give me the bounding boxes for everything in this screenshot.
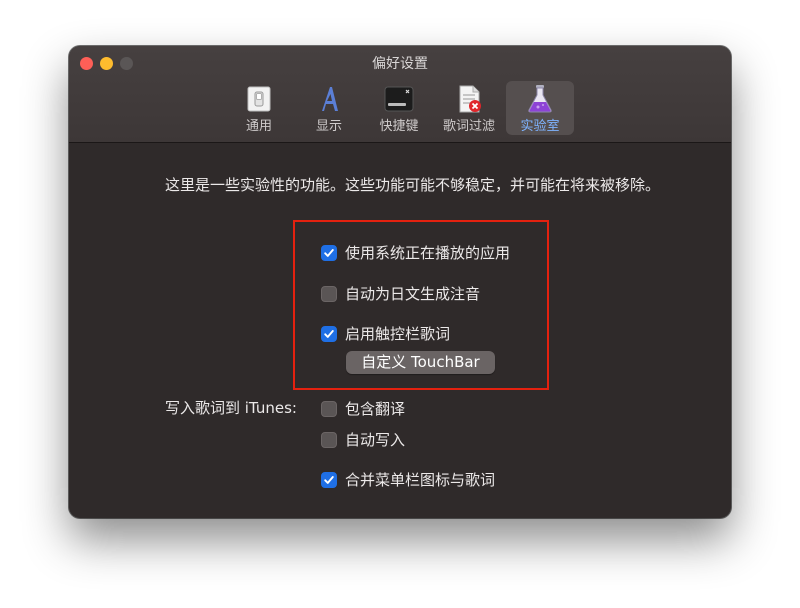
tab-display-label: 显示 — [315, 119, 342, 134]
customize-touchbar-button[interactable]: 自定义 TouchBar — [346, 351, 495, 374]
checkmark-icon — [324, 329, 334, 338]
document-filter-icon — [459, 85, 481, 113]
itunes-section-label: 写入歌词到 iTunes: — [165, 399, 297, 417]
tab-shortcuts-label: 快捷键 — [379, 119, 419, 134]
font-icon — [322, 87, 338, 111]
tab-lyrics-filter[interactable]: 歌词过滤 — [435, 81, 503, 135]
checkbox-checked[interactable] — [321, 471, 337, 488]
option-japanese-furigana[interactable]: 自动为日文生成注音 — [321, 283, 480, 304]
tab-display[interactable]: 显示 — [295, 81, 363, 135]
option-include-translation[interactable]: 包含翻译 — [321, 398, 405, 419]
option-label: 自动写入 — [345, 431, 406, 449]
intro-text: 这里是一些实验性的功能。这些功能可能不够稳定，并可能在将来被移除。 — [165, 176, 661, 194]
option-label: 使用系统正在播放的应用 — [345, 244, 511, 262]
option-label: 包含翻译 — [345, 400, 406, 418]
flask-icon — [528, 85, 552, 113]
preferences-window: 偏好设置 通用 显示 快捷键 歌词过滤 实验室 这里是一些实验性的功能。这些功能… — [69, 46, 731, 518]
tab-general[interactable]: 通用 — [225, 81, 293, 135]
option-label: 合并菜单栏图标与歌词 — [345, 471, 496, 489]
option-merge-menubar-icon[interactable]: 合并菜单栏图标与歌词 — [321, 469, 495, 490]
window-title: 偏好设置 — [372, 56, 428, 72]
option-label: 自动为日文生成注音 — [345, 285, 481, 303]
tab-lyrics-filter-label: 歌词过滤 — [442, 119, 495, 134]
title-bar: 偏好设置 通用 显示 快捷键 歌词过滤 实验室 — [69, 46, 731, 143]
checkmark-icon — [324, 248, 334, 257]
tab-lab-label: 实验室 — [520, 119, 560, 134]
checkbox-checked[interactable] — [321, 244, 337, 261]
checkmark-icon — [324, 475, 334, 484]
checkbox-unchecked[interactable] — [321, 431, 337, 448]
checkbox-checked[interactable] — [321, 325, 337, 342]
checkbox-unchecked[interactable] — [321, 285, 337, 302]
option-touchbar-lyrics[interactable]: 启用触控栏歌词 — [321, 323, 450, 344]
option-label: 启用触控栏歌词 — [345, 325, 451, 343]
switch-icon — [247, 86, 271, 112]
option-auto-write[interactable]: 自动写入 — [321, 429, 405, 450]
checkbox-unchecked[interactable] — [321, 400, 337, 417]
tab-general-label: 通用 — [245, 119, 272, 134]
option-use-system-now-playing[interactable]: 使用系统正在播放的应用 — [321, 242, 510, 263]
tab-lab[interactable]: 实验室 — [506, 81, 574, 135]
tab-shortcuts[interactable]: 快捷键 — [365, 81, 433, 135]
command-key-icon — [384, 86, 414, 112]
